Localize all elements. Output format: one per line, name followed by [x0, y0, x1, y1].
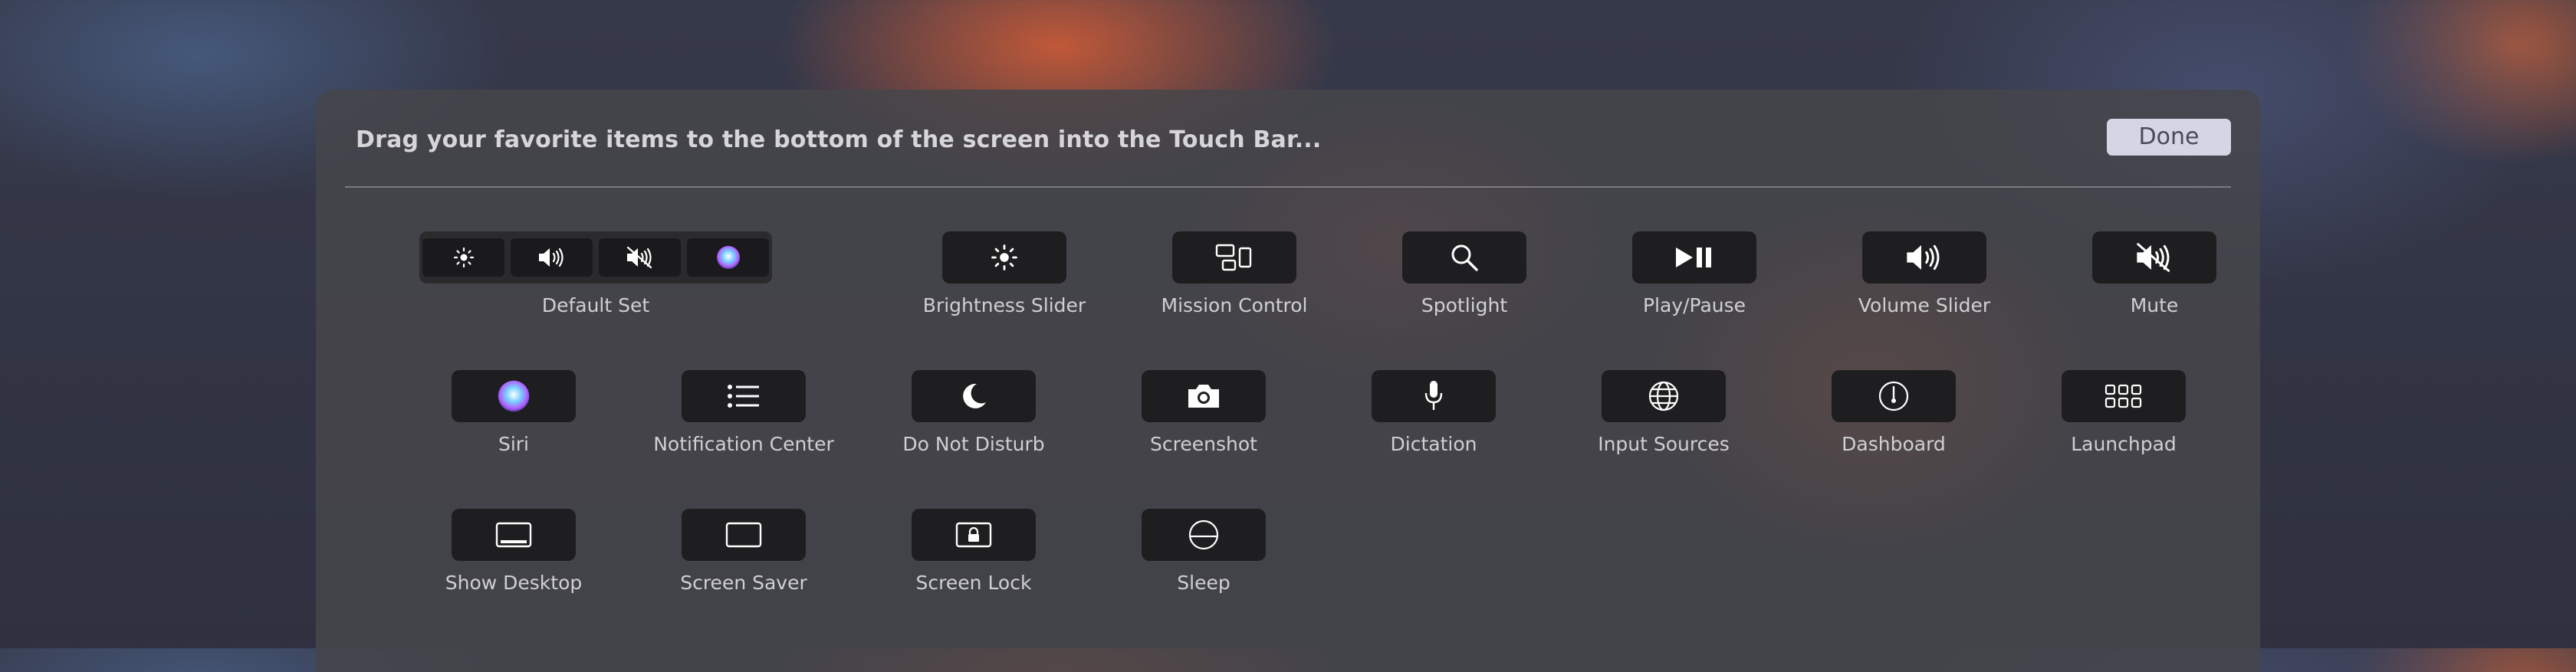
volume-icon: [1862, 231, 1986, 284]
item-sleep[interactable]: Sleep: [1077, 509, 1307, 631]
item-label: Screen Lock: [915, 572, 1032, 594]
item-label: Volume Slider: [1858, 294, 1991, 316]
volume-icon: [511, 238, 593, 277]
desktop-icon: [452, 509, 576, 561]
grid-icon: [2062, 370, 2186, 422]
item-spotlight[interactable]: Spotlight: [1338, 231, 1568, 354]
lock-icon: [912, 509, 1036, 561]
siri-icon: [452, 370, 576, 422]
item-show-desktop[interactable]: Show Desktop: [387, 509, 617, 631]
item-label: Dashboard: [1842, 433, 1946, 455]
item-label: Spotlight: [1421, 294, 1508, 316]
item-screenshot[interactable]: Screenshot: [1077, 370, 1307, 493]
microphone-icon: [1372, 370, 1496, 422]
item-notification-center[interactable]: Notification Center: [617, 370, 847, 493]
item-label: Brightness Slider: [922, 294, 1086, 316]
item-label: Mission Control: [1161, 294, 1308, 316]
item-screen-saver[interactable]: Screen Saver: [617, 509, 847, 631]
item-brightness-slider[interactable]: Brightness Slider: [878, 231, 1108, 354]
item-mission-control[interactable]: Mission Control: [1108, 231, 1338, 354]
item-label: Default Set: [541, 294, 650, 316]
item-mute[interactable]: Mute: [2028, 231, 2258, 354]
mission-control-icon: [1172, 231, 1296, 284]
item-do-not-disturb[interactable]: Do Not Disturb: [847, 370, 1077, 493]
item-dashboard[interactable]: Dashboard: [1767, 370, 1997, 493]
item-label: Input Sources: [1598, 433, 1730, 455]
search-icon: [1402, 231, 1526, 284]
item-label: Siri: [498, 433, 530, 455]
touch-bar-customization-panel: Drag your favorite items to the bottom o…: [316, 90, 2260, 672]
globe-icon: [1602, 370, 1726, 422]
list-icon: [682, 370, 806, 422]
moon-icon: [912, 370, 1036, 422]
item-volume-slider[interactable]: Volume Slider: [1798, 231, 2028, 354]
mute-icon: [2092, 231, 2216, 284]
instructions-title: Drag your favorite items to the bottom o…: [356, 126, 1322, 153]
item-default-set[interactable]: Default Set: [419, 231, 772, 354]
mute-icon: [599, 238, 681, 277]
item-label: Play/Pause: [1642, 294, 1746, 316]
siri-icon: [687, 238, 769, 277]
default-set-strip: [419, 231, 772, 284]
item-label: Screen Saver: [680, 572, 807, 594]
item-label: Mute: [2130, 294, 2179, 316]
item-label: Screenshot: [1150, 433, 1257, 455]
camera-icon: [1142, 370, 1266, 422]
item-label: Show Desktop: [445, 572, 583, 594]
done-button[interactable]: Done: [2107, 119, 2231, 156]
gauge-icon: [1832, 370, 1956, 422]
brightness-icon: [942, 231, 1066, 284]
item-launchpad[interactable]: Launchpad: [1997, 370, 2227, 493]
sleep-icon: [1142, 509, 1266, 561]
item-siri[interactable]: Siri: [387, 370, 617, 493]
item-input-sources[interactable]: Input Sources: [1537, 370, 1767, 493]
item-label: Launchpad: [2071, 433, 2177, 455]
item-screen-lock[interactable]: Screen Lock: [847, 509, 1077, 631]
item-label: Notification Center: [653, 433, 834, 455]
item-label: Dictation: [1390, 433, 1477, 455]
divider: [345, 186, 2231, 188]
screen-saver-icon: [682, 509, 806, 561]
play-pause-icon: [1632, 231, 1756, 284]
item-play-pause[interactable]: Play/Pause: [1568, 231, 1798, 354]
item-label: Do Not Disturb: [902, 433, 1045, 455]
item-label: Sleep: [1177, 572, 1230, 594]
item-dictation[interactable]: Dictation: [1307, 370, 1537, 493]
brightness-icon: [422, 238, 504, 277]
